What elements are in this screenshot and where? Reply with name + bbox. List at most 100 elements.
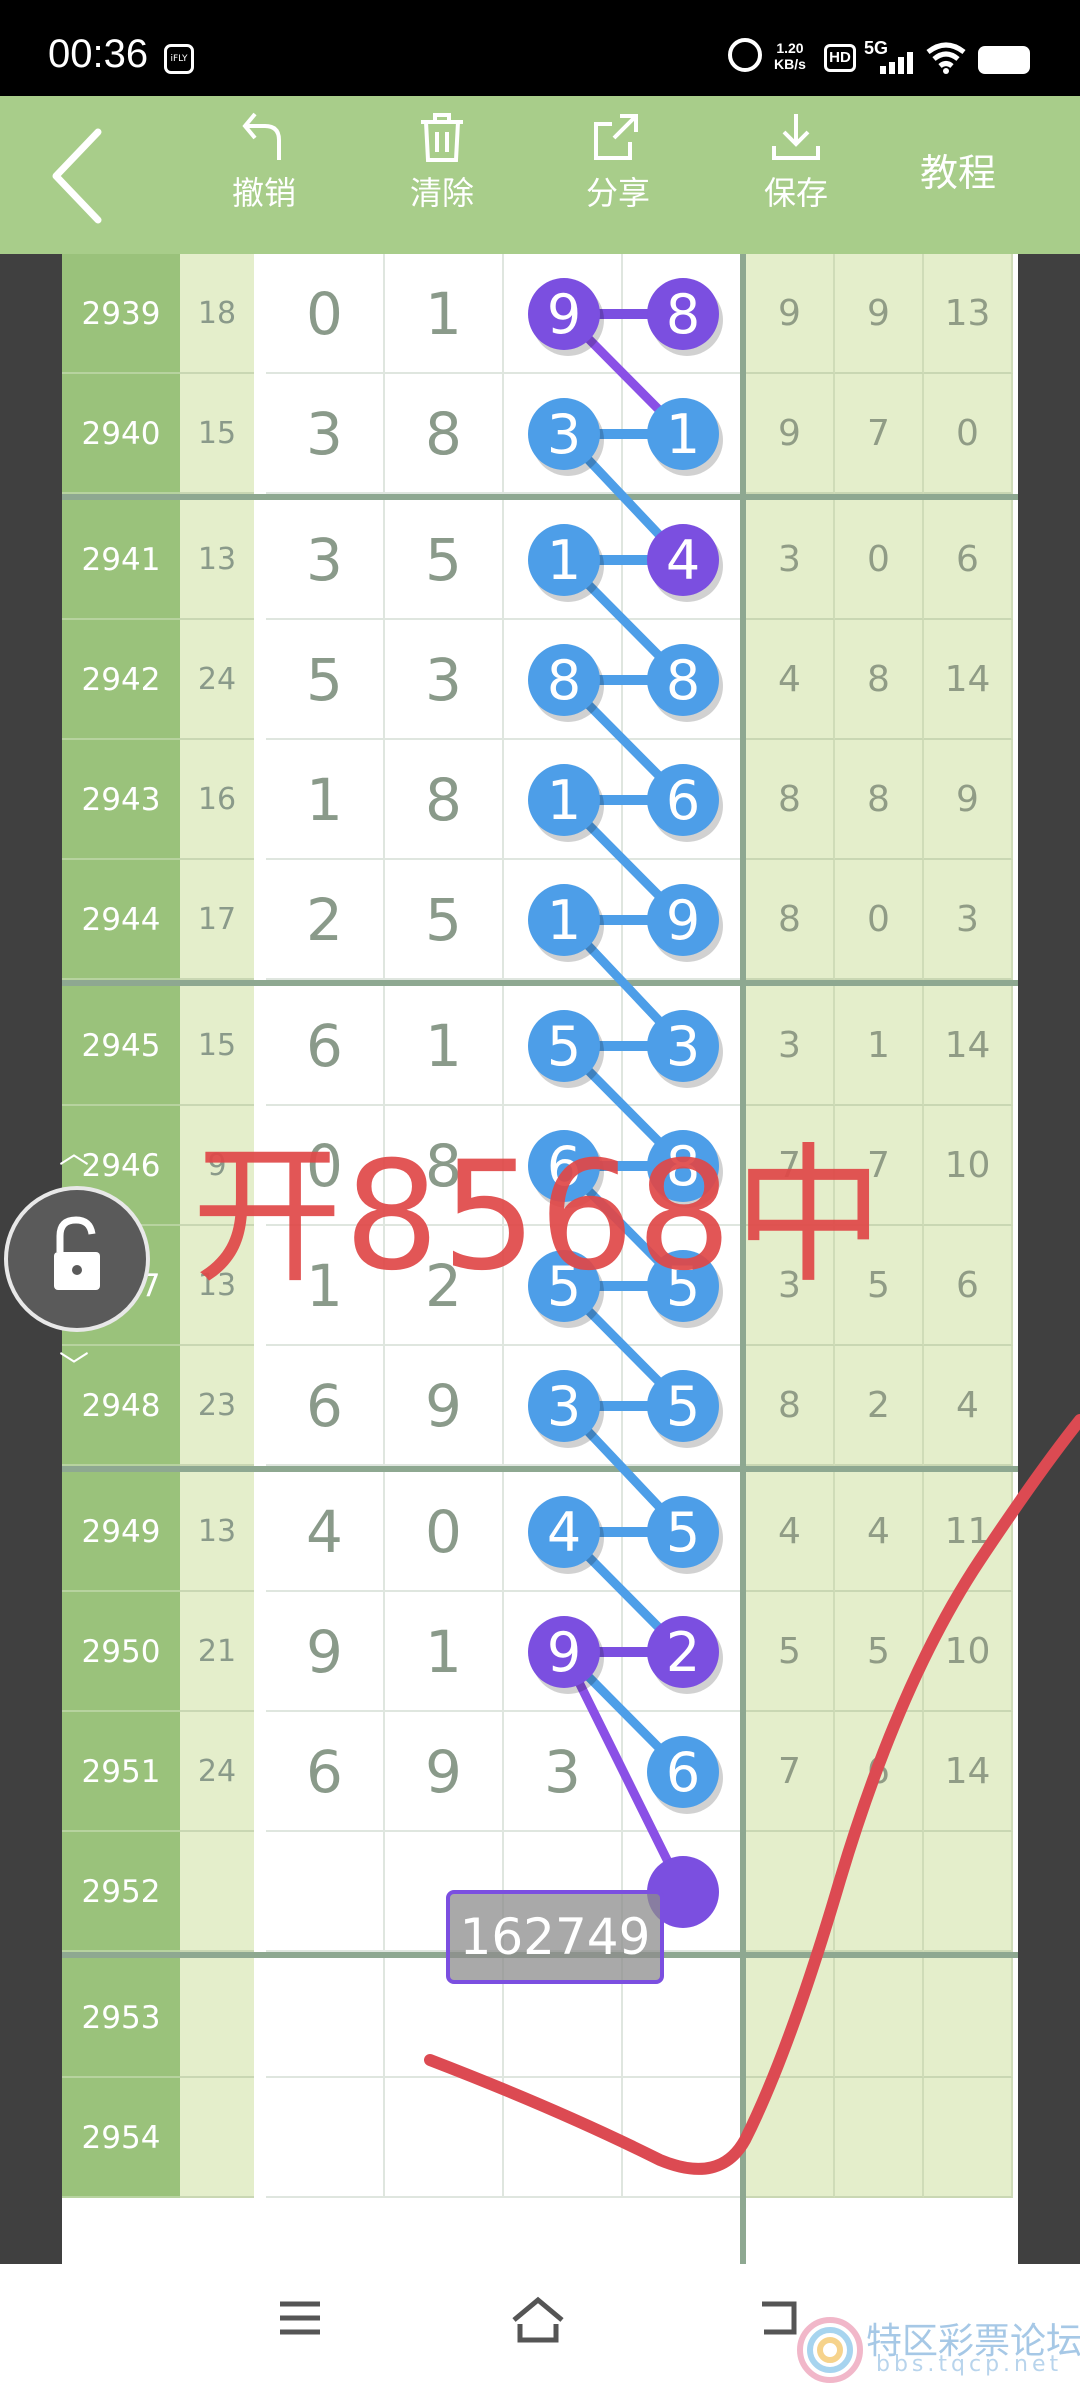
period-cell[interactable]: 2944 xyxy=(62,860,180,980)
sum-cell[interactable]: 13 xyxy=(180,1472,254,1592)
right-cell-1[interactable]: 4 xyxy=(746,620,835,740)
gap-cell[interactable] xyxy=(254,740,266,860)
digit-cell-2[interactable]: 1 xyxy=(385,986,504,1106)
period-cell[interactable]: 2950 xyxy=(62,1592,180,1712)
right-cell-3[interactable]: 9 xyxy=(924,740,1013,860)
digit-cell-2[interactable]: 8 xyxy=(385,374,504,494)
digit-cell-3[interactable]: 3 xyxy=(504,1346,623,1466)
right-cell-3[interactable]: 14 xyxy=(924,986,1013,1106)
sum-cell[interactable]: 24 xyxy=(180,1712,254,1832)
digit-cell-2[interactable]: 5 xyxy=(385,500,504,620)
digit-cell-1[interactable]: 5 xyxy=(266,620,385,740)
right-cell-1[interactable] xyxy=(746,1832,835,1952)
home-icon[interactable] xyxy=(508,2294,568,2346)
right-cell-1[interactable]: 9 xyxy=(746,254,835,374)
period-cell[interactable]: 2951 xyxy=(62,1712,180,1832)
digit-cell-4[interactable]: 6 xyxy=(623,740,742,860)
digit-cell-1[interactable]: 3 xyxy=(266,500,385,620)
right-cell-1[interactable]: 3 xyxy=(746,500,835,620)
digit-cell-1[interactable] xyxy=(266,1832,385,1952)
sum-cell[interactable]: 16 xyxy=(180,740,254,860)
gap-cell[interactable] xyxy=(254,254,266,374)
menu-icon[interactable] xyxy=(276,2294,324,2342)
sum-cell[interactable]: 18 xyxy=(180,254,254,374)
digit-cell-1[interactable]: 6 xyxy=(266,986,385,1106)
right-cell-1[interactable]: 8 xyxy=(746,1346,835,1466)
period-cell[interactable]: 2953 xyxy=(62,1958,180,2078)
digit-cell-2[interactable]: 1 xyxy=(385,254,504,374)
right-cell-2[interactable]: 5 xyxy=(835,1592,924,1712)
digit-cell-1[interactable] xyxy=(266,2078,385,2198)
gap-cell[interactable] xyxy=(254,1958,266,2078)
table-row[interactable]: 2940 15 3 8 3 1 9 7 0 xyxy=(62,374,1018,494)
digit-cell-4[interactable]: 1 xyxy=(623,374,742,494)
digit-cell-4[interactable]: 3 xyxy=(623,986,742,1106)
digit-cell-1[interactable] xyxy=(266,1958,385,2078)
period-cell[interactable]: 2940 xyxy=(62,374,180,494)
right-cell-1[interactable]: 3 xyxy=(746,986,835,1106)
sum-cell[interactable]: 21 xyxy=(180,1592,254,1712)
digit-cell-2[interactable]: 8 xyxy=(385,740,504,860)
undo-button[interactable]: 撤销 xyxy=(204,110,324,240)
right-cell-2[interactable] xyxy=(835,1832,924,1952)
period-cell[interactable]: 2943 xyxy=(62,740,180,860)
digit-cell-3[interactable]: 8 xyxy=(504,620,623,740)
gap-cell[interactable] xyxy=(254,1832,266,1952)
right-cell-3[interactable] xyxy=(924,1832,1013,1952)
right-cell-3[interactable]: 3 xyxy=(924,860,1013,980)
right-cell-3[interactable]: 0 xyxy=(924,374,1013,494)
period-cell[interactable]: 2941 xyxy=(62,500,180,620)
digit-cell-1[interactable]: 6 xyxy=(266,1712,385,1832)
table-row[interactable]: 2941 13 3 5 1 4 3 0 6 xyxy=(62,500,1018,620)
sum-cell[interactable]: 13 xyxy=(180,500,254,620)
right-cell-3[interactable]: 14 xyxy=(924,620,1013,740)
digit-cell-3[interactable]: 3 xyxy=(504,374,623,494)
sum-cell[interactable]: 24 xyxy=(180,620,254,740)
digit-cell-3[interactable]: 5 xyxy=(504,986,623,1106)
digit-cell-2[interactable] xyxy=(385,2078,504,2198)
table-row[interactable]: 2954 xyxy=(62,2078,1018,2198)
clear-button[interactable]: 清除 xyxy=(382,110,502,240)
right-cell-3[interactable] xyxy=(924,1958,1013,2078)
right-cell-2[interactable] xyxy=(835,2078,924,2198)
digit-cell-3[interactable]: 4 xyxy=(504,1472,623,1592)
digit-cell-3[interactable]: 1 xyxy=(504,500,623,620)
digit-cell-2[interactable]: 9 xyxy=(385,1712,504,1832)
digit-cell-3[interactable]: 1 xyxy=(504,740,623,860)
right-cell-1[interactable]: 4 xyxy=(746,1472,835,1592)
digit-cell-4[interactable]: 2 xyxy=(623,1592,742,1712)
right-cell-2[interactable]: 2 xyxy=(835,1346,924,1466)
lock-button[interactable] xyxy=(4,1186,150,1332)
sum-cell[interactable] xyxy=(180,1958,254,2078)
digit-cell-2[interactable]: 5 xyxy=(385,860,504,980)
digit-cell-4[interactable]: 8 xyxy=(623,620,742,740)
gap-cell[interactable] xyxy=(254,1346,266,1466)
digit-cell-4[interactable]: 5 xyxy=(623,1346,742,1466)
digit-cell-3[interactable]: 9 xyxy=(504,1592,623,1712)
share-button[interactable]: 分享 xyxy=(558,110,678,240)
right-cell-2[interactable]: 4 xyxy=(835,1472,924,1592)
table-row[interactable]: 2950 21 9 1 9 2 5 5 10 xyxy=(62,1592,1018,1712)
table-row[interactable]: 2943 16 1 8 1 6 8 8 9 xyxy=(62,740,1018,860)
digit-cell-4[interactable]: 8 xyxy=(623,254,742,374)
digit-cell-3[interactable]: 9 xyxy=(504,254,623,374)
right-cell-2[interactable]: 6 xyxy=(835,1712,924,1832)
gap-cell[interactable] xyxy=(254,986,266,1106)
right-cell-3[interactable]: 4 xyxy=(924,1346,1013,1466)
table-row[interactable]: 2951 24 6 9 3 6 7 6 14 xyxy=(62,1712,1018,1832)
sum-cell[interactable] xyxy=(180,2078,254,2198)
digit-cell-1[interactable]: 2 xyxy=(266,860,385,980)
digit-cell-1[interactable]: 0 xyxy=(266,254,385,374)
sum-cell[interactable]: 15 xyxy=(180,986,254,1106)
right-cell-3[interactable]: 10 xyxy=(924,1592,1013,1712)
gap-cell[interactable] xyxy=(254,860,266,980)
right-cell-3[interactable]: 14 xyxy=(924,1712,1013,1832)
digit-cell-1[interactable]: 1 xyxy=(266,740,385,860)
digit-cell-2[interactable]: 1 xyxy=(385,1592,504,1712)
period-cell[interactable]: 2952 xyxy=(62,1832,180,1952)
digit-cell-4[interactable]: 9 xyxy=(623,860,742,980)
period-cell[interactable]: 2949 xyxy=(62,1472,180,1592)
digit-cell-4[interactable]: 4 xyxy=(623,500,742,620)
right-cell-1[interactable]: 9 xyxy=(746,374,835,494)
digit-cell-3[interactable]: 3 xyxy=(504,1712,623,1832)
